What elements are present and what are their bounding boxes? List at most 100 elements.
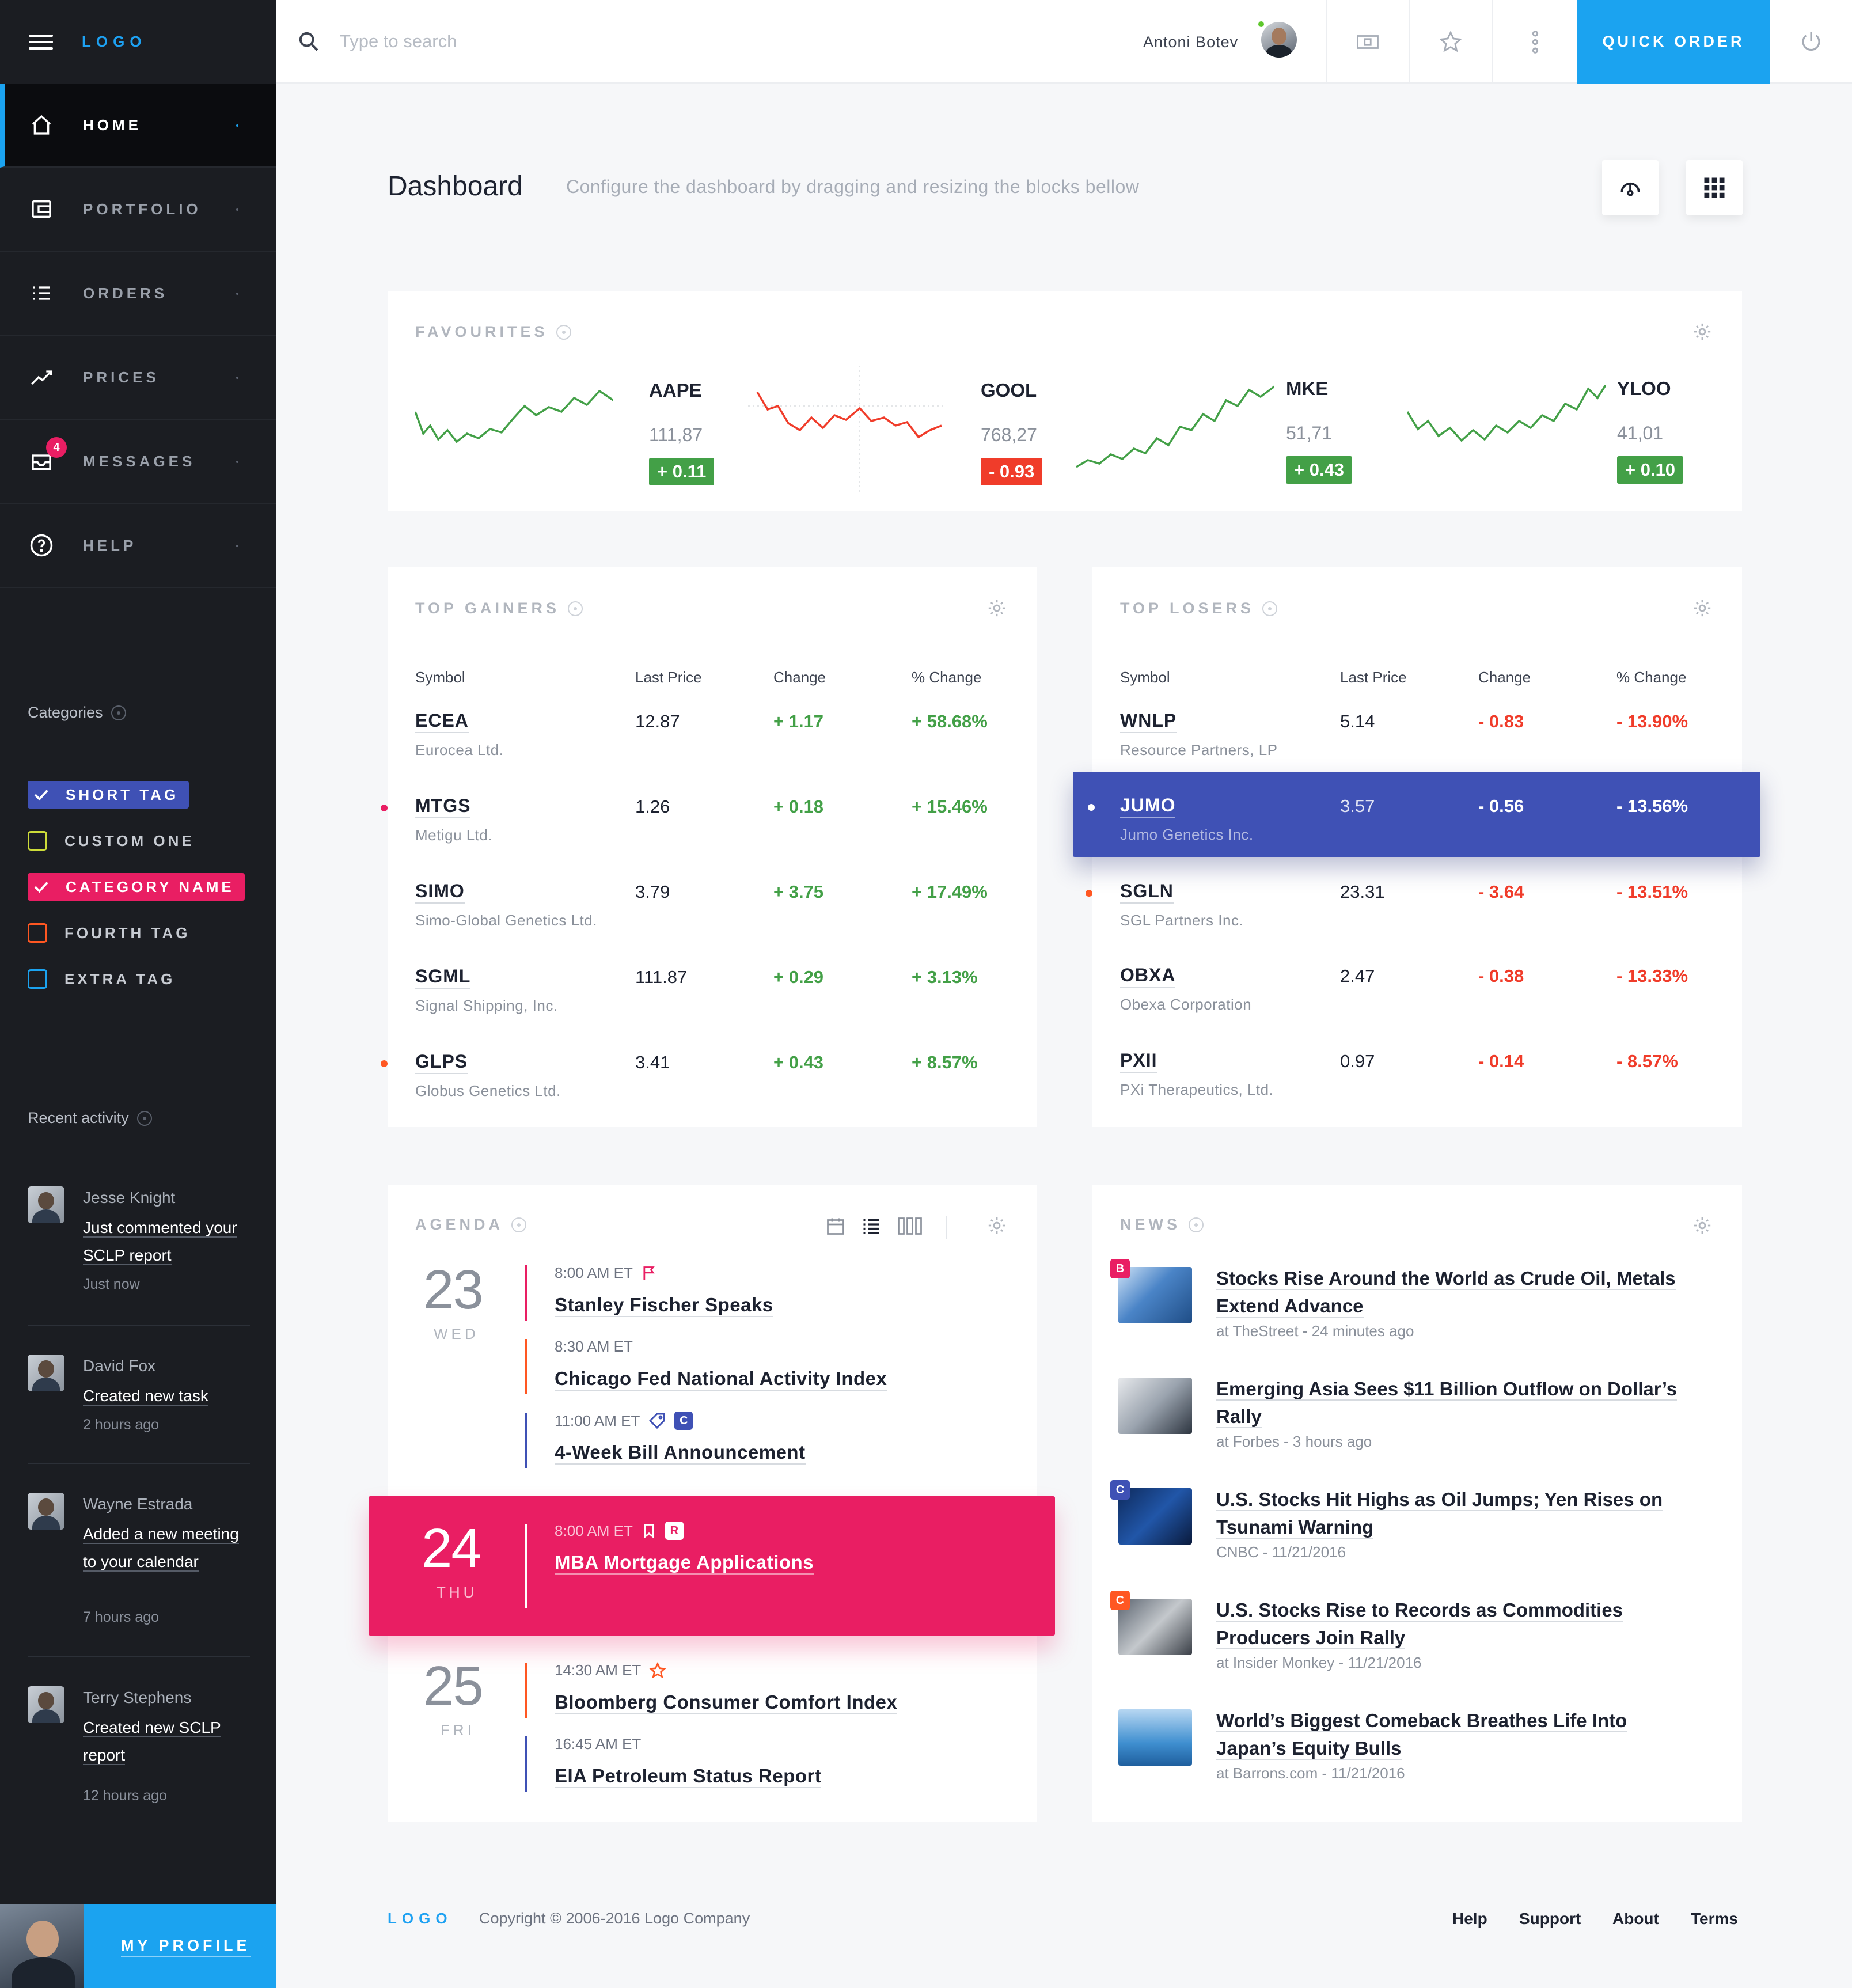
list-view-icon[interactable] xyxy=(861,1216,882,1236)
row-symbol[interactable]: WNLP xyxy=(1120,710,1177,733)
settings-gear-icon[interactable] xyxy=(1692,322,1712,342)
row-symbol[interactable]: MTGS xyxy=(415,795,471,818)
dashboard-speed-button[interactable] xyxy=(1602,160,1659,215)
column-header-pct-change[interactable]: % Change xyxy=(912,669,981,686)
avatar[interactable] xyxy=(28,1186,64,1223)
activity-text[interactable]: Just commented your SCLP report xyxy=(83,1214,250,1269)
avatar[interactable] xyxy=(28,1493,64,1530)
event-title[interactable]: Bloomberg Consumer Comfort Index xyxy=(555,1691,898,1714)
sidebar-item-prices[interactable]: PRICES xyxy=(0,336,276,420)
column-header-last-price[interactable]: Last Price xyxy=(1340,669,1407,686)
sidebar-item-portfolio[interactable]: PORTFOLIO xyxy=(0,168,276,252)
row-symbol[interactable]: JUMO xyxy=(1120,795,1176,818)
tag-custom-one[interactable]: CUSTOM ONE xyxy=(28,827,195,855)
footer-link-about[interactable]: About xyxy=(1612,1910,1659,1928)
news-headline[interactable]: Stocks Rise Around the World as Crude Oi… xyxy=(1216,1265,1700,1320)
avatar[interactable] xyxy=(28,1686,64,1723)
favourite-item-aape[interactable]: AAPE 111,87 + 0.11 xyxy=(415,366,726,485)
news-headline-text[interactable]: World’s Biggest Comeback Breathes Life I… xyxy=(1216,1710,1627,1760)
search-input[interactable] xyxy=(340,25,858,58)
row-symbol[interactable]: GLPS xyxy=(415,1051,468,1074)
table-row[interactable]: SIMO Simo-Global Genetics Ltd. 3.79 + 3.… xyxy=(388,866,1037,951)
columns-view-icon[interactable] xyxy=(897,1216,923,1236)
column-header-change[interactable]: Change xyxy=(773,669,826,686)
event-title[interactable]: EIA Petroleum Status Report xyxy=(555,1765,822,1788)
tag-extra-tag[interactable]: EXTRA TAG xyxy=(28,965,175,993)
checkbox[interactable] xyxy=(28,923,47,943)
news-thumbnail[interactable] xyxy=(1118,1378,1192,1434)
column-header-change[interactable]: Change xyxy=(1478,669,1531,686)
activity-text[interactable]: Created new task xyxy=(83,1382,250,1410)
info-icon[interactable] xyxy=(136,1110,152,1126)
row-symbol[interactable]: SGLN xyxy=(1120,881,1174,904)
activity-link[interactable]: Created new task xyxy=(83,1387,208,1406)
event-title[interactable]: 4-Week Bill Announcement xyxy=(555,1441,806,1465)
event-title[interactable]: Stanley Fischer Speaks xyxy=(555,1294,773,1317)
info-icon[interactable] xyxy=(1189,1217,1204,1232)
footer-link-terms[interactable]: Terms xyxy=(1691,1910,1738,1928)
settings-gear-icon[interactable] xyxy=(987,1216,1007,1235)
checkbox[interactable] xyxy=(28,831,47,851)
settings-gear-icon[interactable] xyxy=(1692,598,1712,618)
activity-text[interactable]: Added a new meeting to your calendar xyxy=(83,1520,250,1576)
row-symbol[interactable]: ECEA xyxy=(415,710,469,733)
table-row-highlighted[interactable]: JUMO Jumo Genetics Inc. 3.57 - 0.56 - 13… xyxy=(1073,772,1760,857)
column-header-symbol[interactable]: Symbol xyxy=(1120,669,1170,686)
sidebar-item-orders[interactable]: ORDERS xyxy=(0,252,276,336)
table-row[interactable]: ECEA Eurocea Ltd. 12.87 + 1.17 + 58.68% xyxy=(388,695,1037,780)
checkbox[interactable] xyxy=(28,969,47,989)
event-title[interactable]: Chicago Fed National Activity Index xyxy=(555,1368,887,1391)
tag-category-name[interactable]: CATEGORY NAME xyxy=(28,873,245,901)
news-headline[interactable]: U.S. Stocks Rise to Records as Commoditi… xyxy=(1216,1596,1700,1652)
news-headline-text[interactable]: U.S. Stocks Hit Highs as Oil Jumps; Yen … xyxy=(1216,1489,1663,1539)
row-symbol[interactable]: SGML xyxy=(415,966,471,989)
news-headline[interactable]: U.S. Stocks Hit Highs as Oil Jumps; Yen … xyxy=(1216,1486,1700,1541)
activity-link[interactable]: Created new SCLP report xyxy=(83,1718,221,1765)
table-row[interactable]: SGML Signal Shipping, Inc. 111.87 + 0.29… xyxy=(388,951,1037,1036)
column-header-pct-change[interactable]: % Change xyxy=(1616,669,1686,686)
calendar-view-icon[interactable] xyxy=(825,1216,846,1236)
info-icon[interactable] xyxy=(111,705,126,720)
table-row[interactable]: GLPS Globus Genetics Ltd. 3.41 + 0.43 + … xyxy=(381,1036,1037,1121)
table-row[interactable]: WNLP Resource Partners, LP 5.14 - 0.83 -… xyxy=(1092,695,1742,780)
table-row[interactable]: OBXA Obexa Corporation 2.47 - 0.38 - 13.… xyxy=(1092,950,1742,1035)
news-headline-text[interactable]: Stocks Rise Around the World as Crude Oi… xyxy=(1216,1268,1676,1318)
info-icon[interactable] xyxy=(556,324,571,340)
table-row[interactable]: MTGS Metigu Ltd. 1.26 + 0.18 + 15.46% xyxy=(381,780,1037,866)
column-header-last-price[interactable]: Last Price xyxy=(635,669,702,686)
quick-order-button[interactable]: QUICK ORDER xyxy=(1577,0,1770,84)
table-row[interactable]: PXII PXi Therapeutics, Ltd. 0.97 - 0.14 … xyxy=(1092,1035,1742,1120)
row-symbol[interactable]: SIMO xyxy=(415,881,465,904)
search-icon[interactable] xyxy=(297,30,320,53)
info-icon[interactable] xyxy=(1262,601,1278,616)
settings-gear-icon[interactable] xyxy=(1692,1216,1712,1235)
agenda-day-highlighted[interactable]: 24 THU 8:00 AM ET R MBA Mortgage Applica… xyxy=(369,1496,1055,1636)
profile-avatar[interactable] xyxy=(0,1904,84,1988)
column-header-symbol[interactable]: Symbol xyxy=(415,669,465,686)
event-title[interactable]: MBA Mortgage Applications xyxy=(555,1551,814,1575)
favorites-button[interactable] xyxy=(1409,0,1492,84)
row-symbol[interactable]: PXII xyxy=(1120,1050,1158,1073)
user-avatar[interactable] xyxy=(1261,22,1297,58)
avatar[interactable] xyxy=(28,1355,64,1391)
news-headline-text[interactable]: Emerging Asia Sees $11 Billion Outflow o… xyxy=(1216,1378,1678,1428)
my-profile-button[interactable]: MY PROFILE xyxy=(0,1904,276,1988)
news-headline-text[interactable]: U.S. Stocks Rise to Records as Commoditi… xyxy=(1216,1599,1623,1649)
footer-link-help[interactable]: Help xyxy=(1452,1910,1487,1928)
info-icon[interactable] xyxy=(568,601,583,616)
table-row[interactable]: SGLN SGL Partners Inc. 23.31 - 3.64 - 13… xyxy=(1086,866,1742,951)
my-profile-label[interactable]: MY PROFILE xyxy=(121,1937,251,1957)
footer-link-support[interactable]: Support xyxy=(1519,1910,1581,1928)
tag-short-tag[interactable]: SHORT TAG xyxy=(28,781,189,809)
info-icon[interactable] xyxy=(511,1217,527,1232)
favourite-item-gool[interactable]: GOOL 768,27 - 0.93 xyxy=(748,366,1059,492)
news-headline[interactable]: World’s Biggest Comeback Breathes Life I… xyxy=(1216,1707,1700,1762)
sidebar-item-home[interactable]: HOME xyxy=(0,84,276,168)
sidebar-logo[interactable]: LOGO xyxy=(82,33,147,51)
user-name[interactable]: Antoni Botev xyxy=(1143,33,1238,51)
activity-link[interactable]: Added a new meeting to your calendar xyxy=(83,1525,239,1572)
hamburger-menu-icon[interactable] xyxy=(29,34,53,50)
more-options-button[interactable] xyxy=(1492,0,1577,84)
row-symbol[interactable]: OBXA xyxy=(1120,965,1176,988)
cash-button[interactable] xyxy=(1326,0,1409,84)
